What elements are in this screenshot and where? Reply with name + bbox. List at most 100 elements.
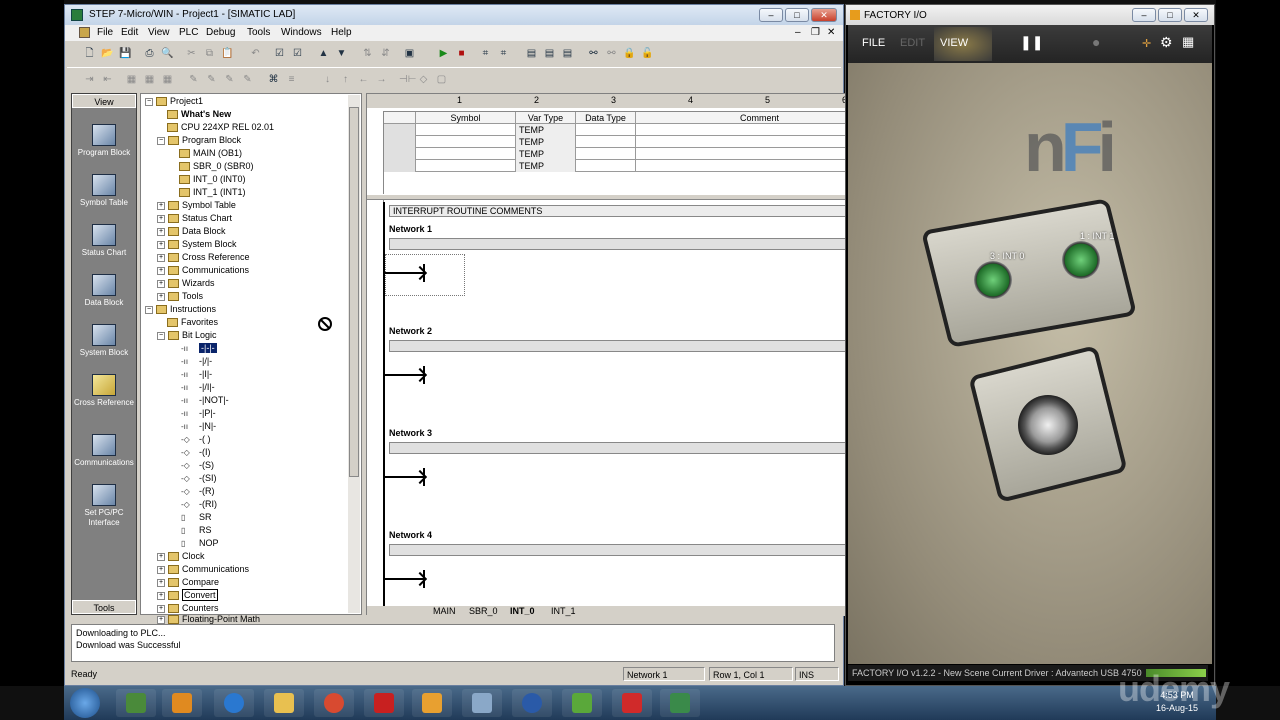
close-button[interactable]: ✕ [811,8,837,22]
unlock-icon[interactable]: 🔓 [641,47,654,60]
run-icon[interactable]: ▶ [437,47,450,60]
new-icon[interactable]: 🗋 [83,47,96,60]
table-row[interactable]: TEMP [384,160,884,172]
tree-bit-item[interactable]: -◇ -(I) [181,447,211,458]
play-icon[interactable]: ● [1092,34,1100,50]
tree-symbol-table[interactable]: + Symbol Table [157,200,236,211]
print-icon[interactable]: ⎙ [143,47,156,60]
tab-sbr0[interactable]: SBR_0 [469,606,498,616]
box-icon[interactable]: ▢ [435,73,448,86]
tree-bit-item[interactable]: -ıı -|/I|- [181,382,215,393]
tree-data-block[interactable]: + Data Block [157,226,226,237]
download-icon[interactable]: ▼ [335,47,348,60]
write-all-icon[interactable]: ▤ [561,47,574,60]
network-3-comment[interactable] [389,442,883,454]
save-icon[interactable]: 💾 [119,47,132,60]
compile-all-icon[interactable]: ☑ [291,47,304,60]
tree-whats-new[interactable]: What's New [167,109,231,120]
tree-bit-item[interactable]: -◇ -(RI) [181,499,217,510]
ladder-area[interactable]: INTERRUPT ROUTINE COMMENTS Network 1 Net… [369,202,885,606]
prev-bookmark-icon[interactable]: ✎ [223,73,236,86]
menu-help[interactable]: Help [331,27,352,38]
interrupt-routine-comments[interactable]: INTERRUPT ROUTINE COMMENTS [389,205,883,217]
fio-minimize-button[interactable]: – [1132,8,1156,22]
options-icon[interactable]: ▣ [403,47,416,60]
menu-debug[interactable]: Debug [206,27,235,38]
tab-main[interactable]: MAIN [433,606,456,616]
view-set-pg-pc[interactable]: Set PG/PC Interface [72,484,136,528]
paste-icon[interactable]: 📋 [221,47,234,60]
taskbar-app[interactable] [364,689,404,717]
factory-io-titlebar[interactable]: FACTORY I/O – □ ✕ [846,5,1214,25]
line-up-icon[interactable]: ↑ [339,73,352,86]
single-read-icon[interactable]: ▤ [543,47,556,60]
fio-menu-edit[interactable]: EDIT [900,37,925,49]
program-status-icon[interactable]: ⌗ [479,47,492,60]
tree-cpu[interactable]: CPU 224XP REL 02.01 [167,122,274,133]
tree-block-main[interactable]: MAIN (OB1) [179,148,242,159]
view-data-block[interactable]: Data Block [72,274,136,308]
menu-edit[interactable]: Edit [121,27,138,38]
sort-asc-icon[interactable]: ⇅ [361,47,374,60]
open-icon[interactable]: 📂 [101,47,114,60]
toggle-comments-icon[interactable]: ▦ [161,73,174,86]
tree-scroll-thumb[interactable] [349,107,359,477]
3d-scene[interactable]: nFi 3 : INT 0 1 : INT 1 [848,63,1212,664]
tree-convert[interactable]: + Convert [157,589,218,601]
network-2-title[interactable]: Network 2 [389,326,432,336]
mdi-restore-icon[interactable]: ❐ [811,27,820,38]
tree-communications[interactable]: + Communications [157,265,249,276]
tree-block-sbr0[interactable]: SBR_0 (SBR0) [179,161,254,172]
grid-icon[interactable]: ▦ [1182,34,1194,50]
mdi-minimize-icon[interactable]: – [795,27,801,38]
view-header-button[interactable]: View [72,94,136,108]
tree-status-chart[interactable]: + Status Chart [157,213,232,224]
menu-tools[interactable]: Tools [247,27,270,38]
tree-tools[interactable]: + Tools [157,291,203,302]
tree-bit-item[interactable]: -ıı -|I|- [181,369,212,380]
next-bookmark-icon[interactable]: ✎ [205,73,218,86]
table-row[interactable]: TEMP [384,136,884,148]
taskbar-app[interactable] [412,689,452,717]
tree-counters[interactable]: + Counters [157,603,219,614]
taskbar-app[interactable] [214,689,254,717]
taskbar-app[interactable] [562,689,602,717]
coil-icon[interactable]: ◇ [417,73,430,86]
taskbar-app[interactable] [314,689,354,717]
taskbar-app[interactable] [512,689,552,717]
tree-scrollbar[interactable] [348,95,360,613]
tree-clock[interactable]: + Clock [157,551,205,562]
tree-bit-item[interactable]: -◇ -(S) [181,460,214,471]
tools-footer-button[interactable]: Tools [72,600,136,614]
tree-bit-item[interactable]: ▯ SR [181,512,212,523]
view-status-chart[interactable]: Status Chart [72,224,136,258]
view-communications[interactable]: Communications [72,434,136,468]
splitter[interactable] [367,194,901,200]
taskbar-app[interactable] [264,689,304,717]
tree-bit-item[interactable]: -◇ -(SI) [181,473,217,484]
tree-block-int0[interactable]: INT_0 (INT0) [179,174,246,185]
taskbar-app[interactable] [116,689,156,717]
fio-menu-view[interactable]: VIEW [940,37,968,49]
delete-network-icon[interactable]: ⇤ [101,73,114,86]
sym-icon[interactable]: ≡ [285,73,298,86]
step7-titlebar[interactable]: STEP 7-Micro/WIN - Project1 - [SIMATIC L… [65,5,843,25]
tree-bit-item[interactable]: -ıı -|-|- [181,343,217,354]
network-2-comment[interactable] [389,340,883,352]
tree-wizards[interactable]: + Wizards [157,278,215,289]
tree-project[interactable]: − Project1 [145,96,203,107]
contact-icon[interactable]: ⊣⊢ [399,73,416,86]
green-button-int1[interactable] [1062,241,1100,279]
toggle-table-icon[interactable]: ▦ [143,73,156,86]
upload-icon[interactable]: ▲ [317,47,330,60]
tree-block-int1[interactable]: INT_1 (INT1) [179,187,246,198]
cut-icon[interactable]: ✂ [185,47,198,60]
line-left-icon[interactable]: ← [357,73,370,86]
network-3-title[interactable]: Network 3 [389,428,432,438]
print-preview-icon[interactable]: 🔍 [161,47,174,60]
green-button-int0[interactable] [974,261,1012,299]
fio-close-button[interactable]: ✕ [1184,8,1208,22]
tree-compare[interactable]: + Compare [157,577,219,588]
insert-network-icon[interactable]: ⇥ [83,73,96,86]
fio-maximize-button[interactable]: □ [1158,8,1182,22]
